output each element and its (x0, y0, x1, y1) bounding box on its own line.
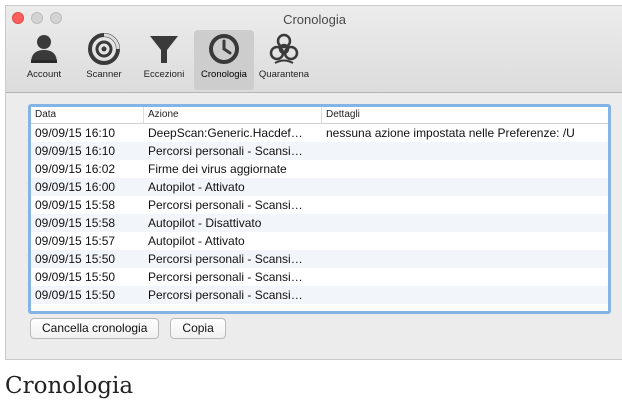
tab-account[interactable]: Account (14, 30, 74, 90)
history-table[interactable]: Data Azione Dettagli 09/09/15 16:10 DeepS… (28, 104, 611, 314)
tab-label: Scanner (86, 69, 122, 80)
column-header-azione[interactable]: Azione (144, 107, 322, 123)
clock-icon (209, 34, 239, 64)
biohazard-icon (269, 33, 299, 64)
cell-dettagli (322, 160, 608, 178)
cell-azione: Autopilot - Attivato (148, 234, 245, 248)
cell-dettagli (322, 268, 608, 286)
cell-data: 09/09/15 15:57 (35, 234, 116, 248)
table-row[interactable]: 09/09/15 15:57 Autopilot - Attivato (31, 232, 608, 250)
content-area: Data Azione Dettagli 09/09/15 16:10 DeepS… (6, 94, 622, 359)
table-row[interactable]: 09/09/15 15:50 Percorsi personali - Scans… (31, 286, 608, 304)
table-row[interactable]: 09/09/15 16:10 Percorsi personali - Scans… (31, 142, 608, 160)
cell-azione: Percorsi personali - Scansi… (148, 252, 303, 266)
cell-azione: Percorsi personali - Scansi… (148, 288, 303, 302)
button-bar: Cancella cronologia Copia (30, 318, 226, 339)
table-header: Data Azione Dettagli (31, 107, 608, 124)
cell-data: 09/09/15 16:02 (35, 162, 116, 176)
cell-dettagli (322, 250, 608, 268)
scanner-icon (88, 33, 120, 65)
window-title: Cronologia (283, 12, 346, 27)
page-caption: Cronologia (5, 373, 134, 399)
table-row[interactable]: 09/09/15 15:58 Percorsi personali - Scans… (31, 196, 608, 214)
cell-azione: Percorsi personali - Scansi… (148, 198, 303, 212)
cell-dettagli (322, 142, 608, 160)
column-header-data[interactable]: Data (31, 107, 144, 123)
tab-scanner[interactable]: Scanner (74, 30, 134, 90)
table-row[interactable]: 09/09/15 15:50 Percorsi personali - Scans… (31, 268, 608, 286)
table-row[interactable]: 09/09/15 16:02 Firme dei virus aggiornate (31, 160, 608, 178)
column-header-dettagli[interactable]: Dettagli (322, 107, 608, 123)
table-row[interactable]: 09/09/15 15:58 Autopilot - Disattivato (31, 214, 608, 232)
copy-button[interactable]: Copia (170, 318, 226, 339)
cell-data: 09/09/15 16:10 (35, 126, 116, 140)
table-row[interactable]: 09/09/15 16:10 DeepScan:Generic.Hacdef… ne… (31, 124, 608, 142)
tab-label: Eccezioni (143, 69, 185, 80)
cell-dettagli (322, 214, 608, 232)
cell-azione: Percorsi personali - Scansi… (148, 270, 303, 284)
tab-label: Cronologia (201, 69, 247, 80)
cell-azione: Autopilot - Disattivato (148, 216, 262, 230)
tab-cronologia[interactable]: Cronologia (194, 30, 254, 90)
cell-azione: Autopilot - Attivato (148, 180, 245, 194)
cell-data: 09/09/15 16:10 (35, 144, 116, 158)
table-body: 09/09/15 16:10 DeepScan:Generic.Hacdef… ne… (31, 124, 608, 304)
tab-quarantena[interactable]: Quarantena (254, 30, 314, 90)
app-window: Cronologia Account Scanner Eccezioni Cro… (5, 5, 622, 360)
table-row[interactable]: 09/09/15 16:00 Autopilot - Attivato (31, 178, 608, 196)
tab-eccezioni[interactable]: Eccezioni (134, 30, 194, 90)
cell-dettagli (322, 286, 608, 304)
cell-data: 09/09/15 15:50 (35, 252, 116, 266)
cell-data: 09/09/15 15:58 (35, 216, 116, 230)
cell-data: 09/09/15 15:50 (35, 270, 116, 284)
tab-label: Quarantena (258, 69, 310, 80)
cell-dettagli (322, 232, 608, 250)
toolbar: Account Scanner Eccezioni Cronologia Qua… (14, 30, 314, 90)
table-row[interactable]: 09/09/15 15:50 Percorsi personali - Scans… (31, 250, 608, 268)
cell-azione: DeepScan:Generic.Hacdef… (148, 126, 303, 140)
tab-label: Account (26, 69, 62, 80)
cell-data: 09/09/15 16:00 (35, 180, 116, 194)
titlebar: Cronologia Account Scanner Eccezioni Cro… (6, 6, 622, 93)
filter-icon (150, 36, 178, 63)
cell-data: 09/09/15 15:50 (35, 288, 116, 302)
account-icon (31, 35, 57, 63)
cell-azione: Firme dei virus aggiornate (148, 162, 287, 176)
cell-data: 09/09/15 15:58 (35, 198, 116, 212)
cell-azione: Percorsi personali - Scansi… (148, 144, 303, 158)
cell-dettagli (322, 178, 608, 196)
cell-dettagli (322, 196, 608, 214)
cell-dettagli: nessuna azione impostata nelle Preferenz… (326, 126, 575, 140)
clear-history-button[interactable]: Cancella cronologia (30, 318, 160, 339)
